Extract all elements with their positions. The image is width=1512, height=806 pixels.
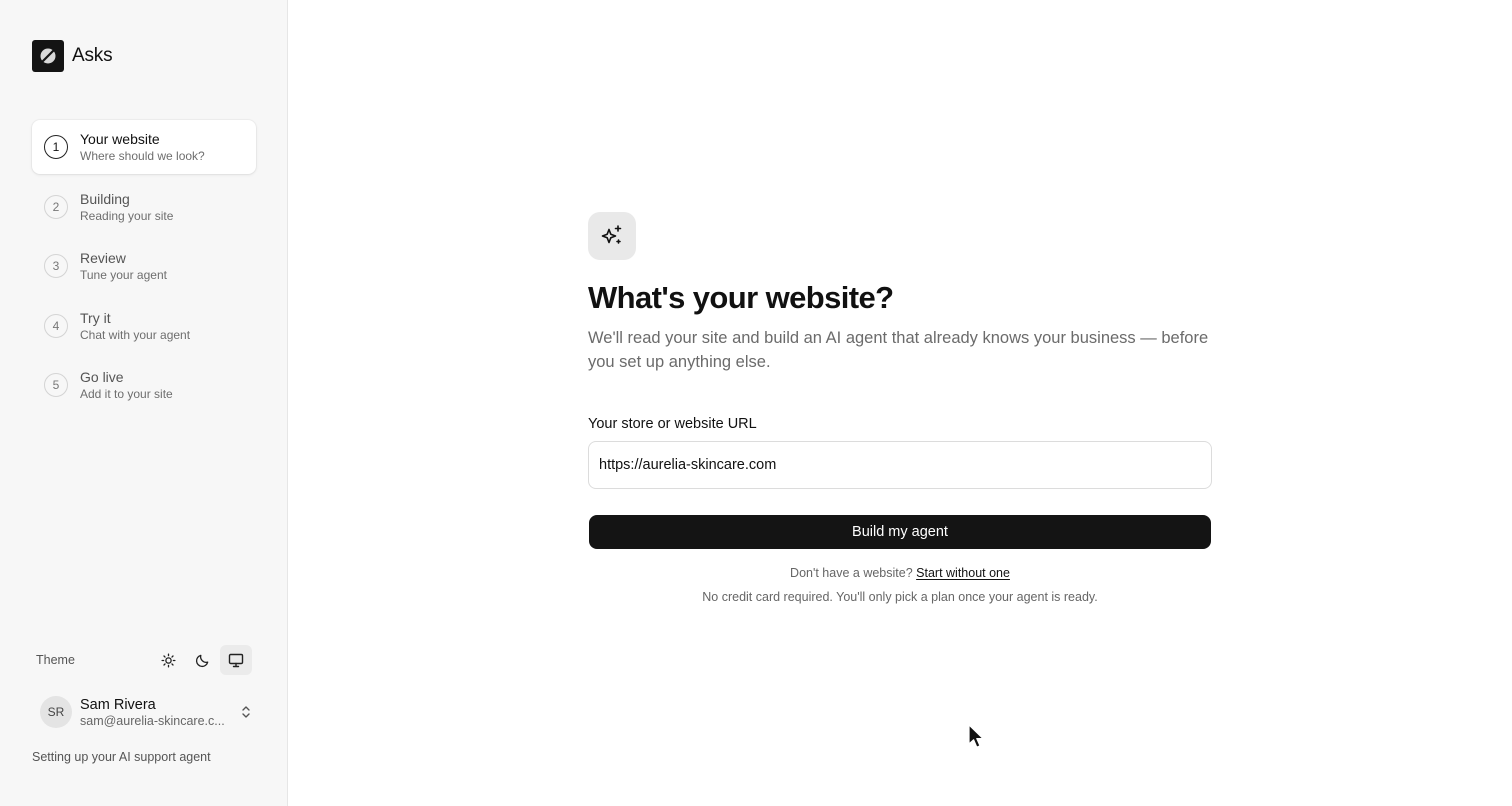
step-text: Building Reading your site bbox=[80, 191, 173, 223]
step-number-badge: 5 bbox=[44, 373, 68, 397]
step-title: Your website bbox=[80, 131, 160, 147]
user-email: sam@aurelia-skincare.c... bbox=[80, 713, 225, 728]
setup-note: Setting up your AI support agent bbox=[32, 750, 211, 764]
no-website-line: Don't have a website? Start without one bbox=[588, 566, 1212, 580]
user-name: Sam Rivera bbox=[80, 696, 156, 713]
step-subtitle: Tune your agent bbox=[80, 268, 167, 282]
chevron-up-down-icon bbox=[240, 704, 252, 720]
step-title: Try it bbox=[80, 309, 111, 326]
step-item[interactable]: 4 Try it Chat with your agent bbox=[32, 299, 256, 353]
start-without-website-link[interactable]: Start without one bbox=[916, 566, 1010, 580]
step-number-badge: 2 bbox=[44, 194, 68, 219]
step-text: Your website Where should we look? bbox=[80, 131, 205, 163]
hero-badge bbox=[588, 212, 636, 260]
app-shell: Asks 1 Your website Where should we look? 2… bbox=[0, 0, 1512, 806]
theme-switcher: Theme bbox=[36, 644, 252, 676]
brand-name: Asks bbox=[72, 45, 113, 66]
url-field-label: Your store or website URL bbox=[588, 416, 757, 432]
page-title: What's your website? bbox=[588, 280, 894, 315]
no-credit-card-note: No credit card required. You'll only pic… bbox=[702, 590, 1098, 604]
main-content: What's your website? We'll read your sit… bbox=[288, 0, 1512, 806]
sun-icon bbox=[160, 652, 176, 668]
step-item[interactable]: 5 Go live Add it to your site bbox=[32, 358, 256, 412]
step-subtitle: Reading your site bbox=[80, 208, 174, 223]
step-text: Review Tune your agent bbox=[80, 250, 167, 282]
brand[interactable]: Asks bbox=[32, 40, 113, 72]
theme-system-button[interactable] bbox=[220, 645, 252, 675]
step-item[interactable]: 3 Review Tune your agent bbox=[32, 239, 256, 293]
step-number-badge: 4 bbox=[44, 313, 68, 338]
moon-icon bbox=[195, 654, 208, 667]
step-text: Go live Add it to your site bbox=[80, 369, 173, 401]
step-title: Review bbox=[80, 250, 126, 266]
avatar: SR bbox=[40, 696, 72, 728]
step-text: Try it Chat with your agent bbox=[80, 310, 190, 342]
step-item[interactable]: 2 Building Reading your site bbox=[32, 180, 256, 234]
step-item[interactable]: 1 Your website Where should we look? bbox=[32, 120, 256, 174]
onboarding-steps: 1 Your website Where should we look? 2 Build… bbox=[32, 120, 256, 418]
mouse-cursor-icon bbox=[968, 724, 986, 755]
step-title: Go live bbox=[80, 369, 124, 385]
theme-dark-button[interactable] bbox=[186, 645, 218, 675]
user-menu[interactable]: SR Sam Rivera sam@aurelia-skincare.c... bbox=[40, 696, 252, 728]
page-subtitle: We'll read your site and build an AI age… bbox=[588, 329, 1209, 371]
user-info: Sam Rivera sam@aurelia-skincare.c... bbox=[80, 697, 226, 728]
theme-label: Theme bbox=[36, 653, 75, 667]
monitor-icon bbox=[228, 653, 244, 667]
website-form: What's your website? We'll read your sit… bbox=[588, 212, 1212, 604]
brand-logo-icon bbox=[32, 40, 64, 72]
no-website-text: Don't have a website? bbox=[790, 566, 913, 580]
theme-light-button[interactable] bbox=[152, 645, 184, 675]
step-subtitle: Add it to your site bbox=[80, 387, 173, 401]
theme-buttons bbox=[152, 645, 252, 675]
sparkles-icon bbox=[601, 225, 622, 244]
step-number-badge: 1 bbox=[44, 135, 68, 159]
build-agent-button[interactable]: Build my agent bbox=[589, 515, 1211, 549]
step-title: Building bbox=[80, 190, 130, 207]
sidebar: Asks 1 Your website Where should we look? 2… bbox=[0, 0, 288, 806]
website-url-input[interactable] bbox=[588, 441, 1212, 489]
step-subtitle: Where should we look? bbox=[80, 149, 205, 163]
step-subtitle: Chat with your agent bbox=[80, 327, 191, 342]
step-number-badge: 3 bbox=[44, 254, 68, 278]
